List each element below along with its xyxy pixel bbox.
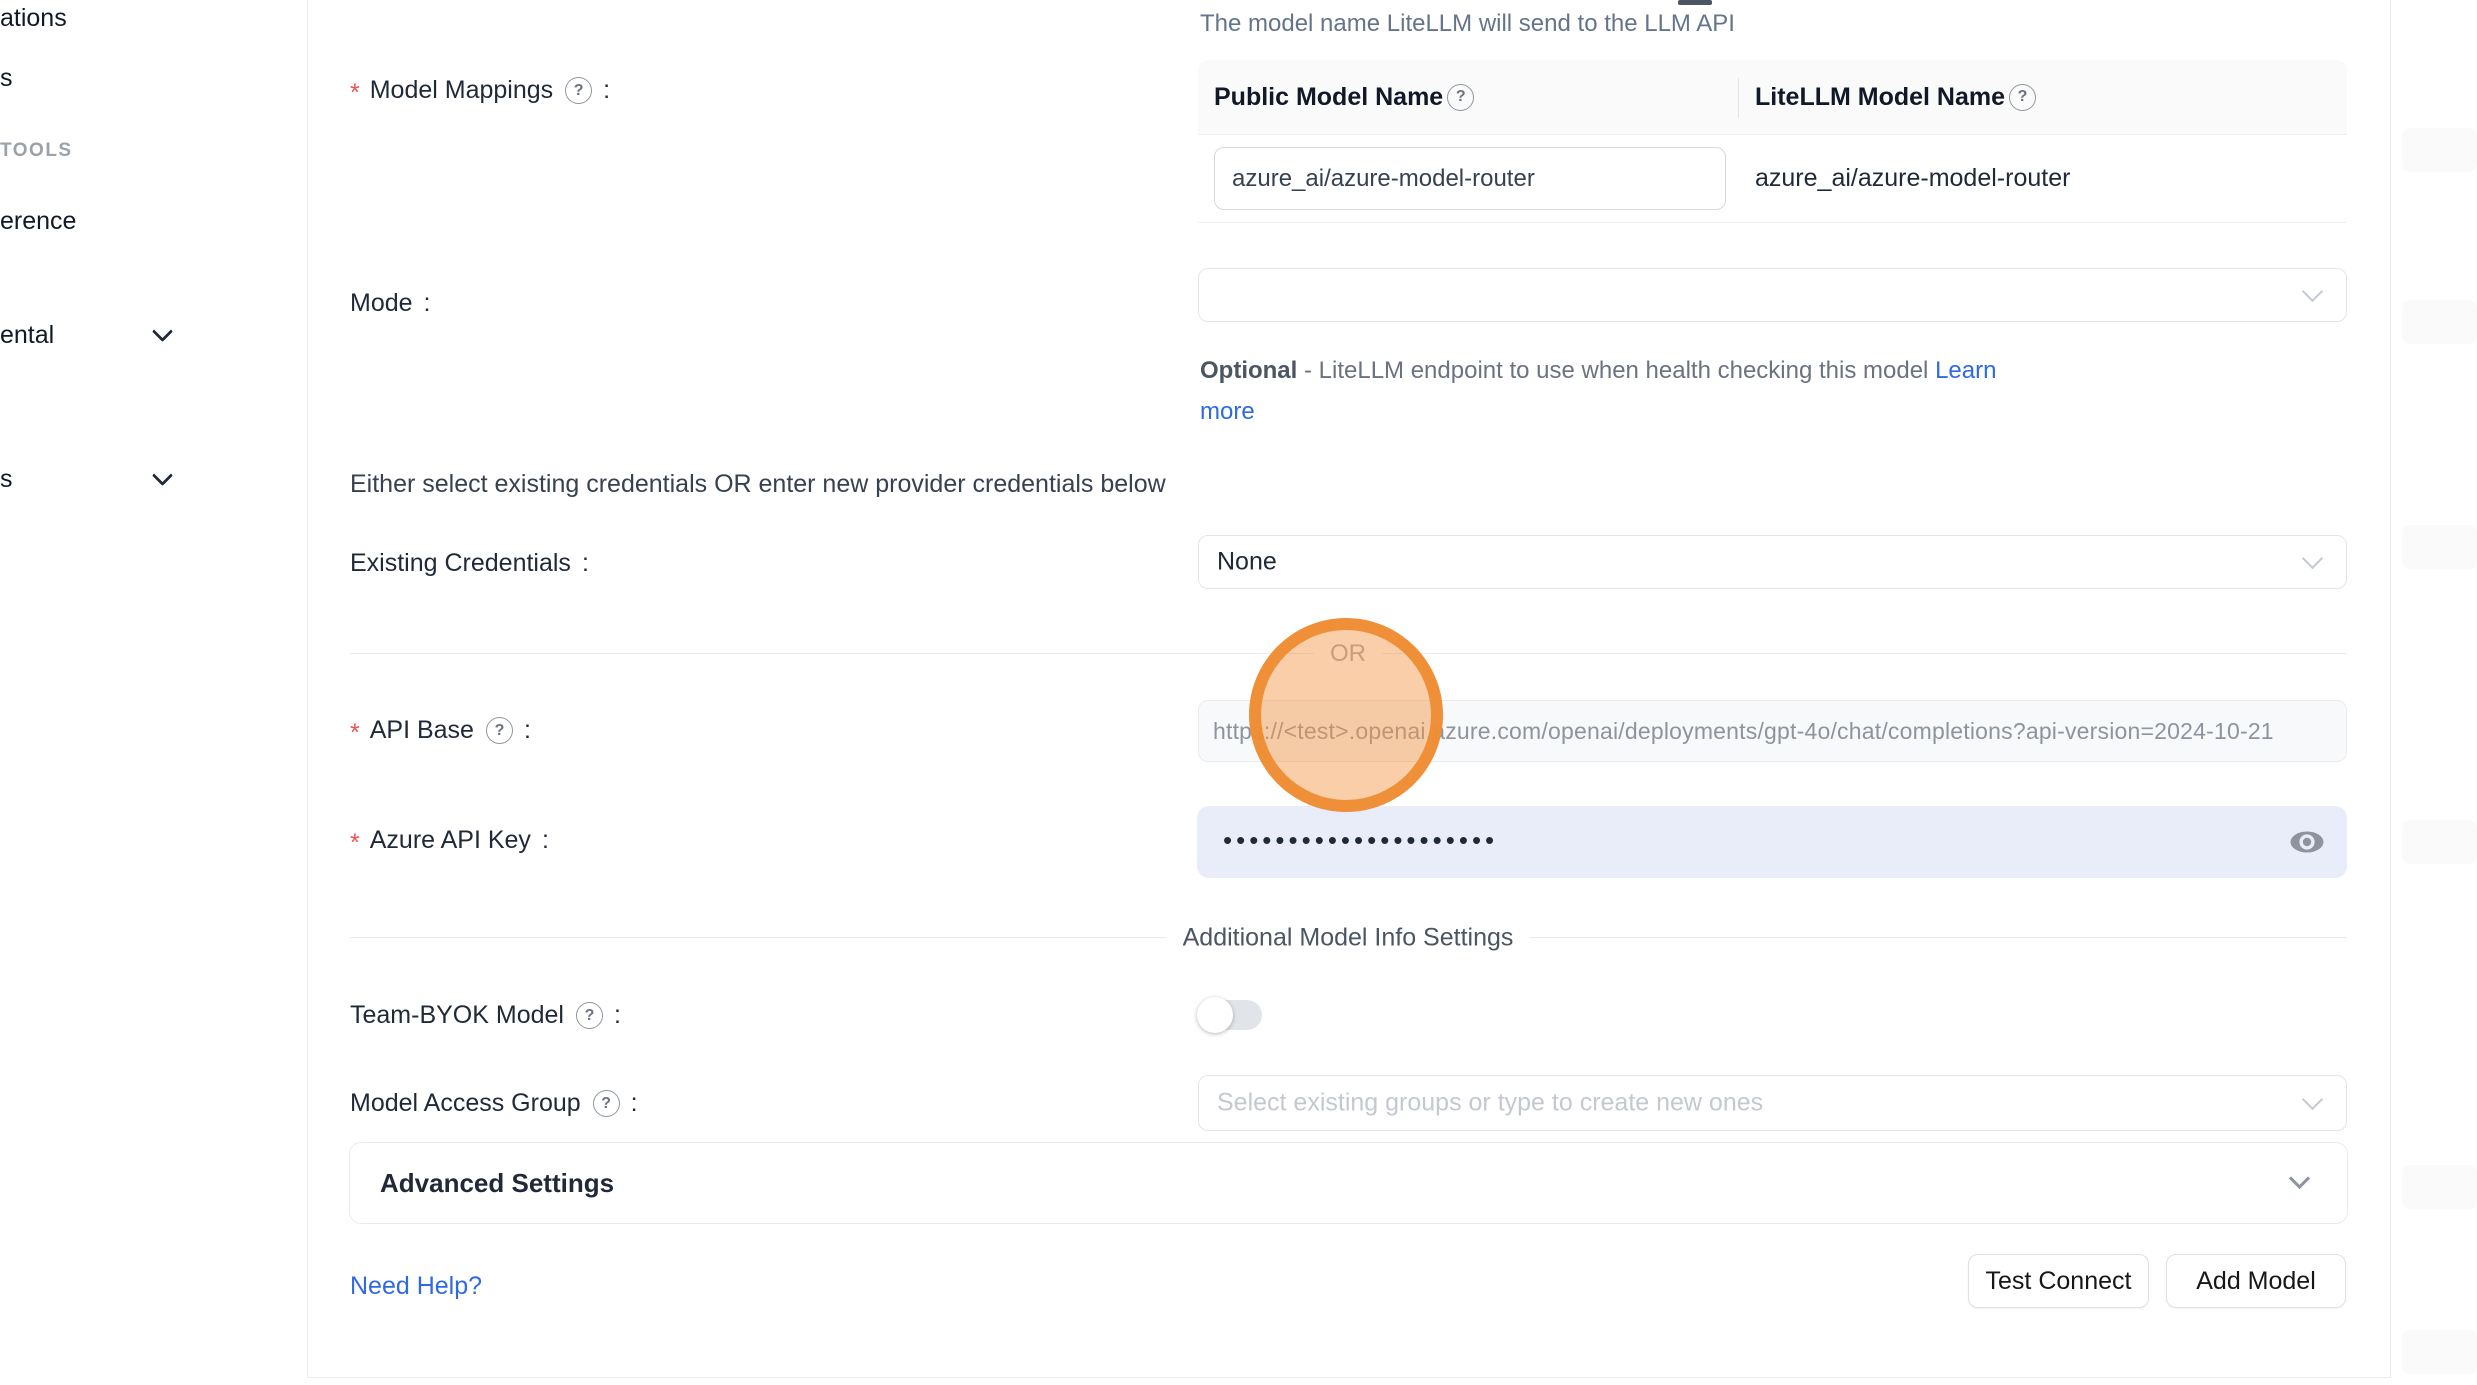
test-connect-button[interactable]: Test Connect (1968, 1254, 2149, 1308)
azure-api-key-label: * Azure API Key : (350, 826, 549, 855)
toggle-knob (1197, 997, 1233, 1033)
model-access-group-label-text: Model Access Group (350, 1089, 581, 1118)
sidebar-item-fragment[interactable]: s (0, 64, 13, 93)
need-help-link[interactable]: Need Help? (350, 1272, 482, 1301)
background-ghost-row (2402, 1330, 2477, 1374)
background-ghost-row (2402, 525, 2477, 569)
help-question-icon[interactable]: ? (486, 717, 513, 744)
model-access-group-placeholder: Select existing groups or type to create… (1217, 1089, 1763, 1118)
help-question-icon[interactable]: ? (593, 1090, 620, 1117)
azure-api-key-label-text: Azure API Key (370, 826, 531, 855)
advanced-settings-title: Advanced Settings (350, 1168, 614, 1199)
public-model-name-header-text: Public Model Name (1214, 83, 1443, 112)
label-colon: : (603, 76, 610, 105)
credentials-note: Either select existing credentials OR en… (350, 470, 1166, 499)
background-ghost-row (2402, 300, 2477, 344)
sidebar-item-fragment[interactable]: ental (0, 321, 54, 350)
add-model-button[interactable]: Add Model (2166, 1254, 2346, 1308)
existing-credentials-select[interactable]: None (1198, 535, 2347, 589)
litellm-model-name-header-text: LiteLLM Model Name (1755, 83, 2005, 112)
help-question-icon[interactable]: ? (576, 1002, 603, 1029)
mode-select[interactable] (1198, 268, 2347, 322)
azure-api-key-input[interactable]: ••••••••••••••••••••• (1197, 806, 2347, 878)
label-colon: : (614, 1001, 621, 1030)
chevron-down-icon (2302, 548, 2323, 569)
mode-help-rest: - LiteLLM endpoint to use when health ch… (1297, 357, 1935, 384)
sidebar-item-fragment[interactable]: ations (0, 4, 67, 33)
sidebar-item-fragment[interactable]: s (0, 465, 13, 494)
sidebar-section-tools: TOOLS (0, 140, 73, 162)
litellm-model-name-header: LiteLLM Model Name ? (1738, 83, 2036, 112)
masked-api-key: ••••••••••••••••••••• (1197, 825, 1498, 856)
required-asterisk: * (350, 829, 360, 858)
or-divider-text: OR (1314, 640, 1382, 668)
additional-settings-divider-text: Additional Model Info Settings (1167, 924, 1530, 953)
model-mapping-table: Public Model Name ? LiteLLM Model Name ?… (1198, 60, 2347, 223)
model-access-group-label: Model Access Group ? : (350, 1089, 638, 1118)
mode-label-text: Mode (350, 289, 413, 318)
mode-label: Mode : (350, 289, 431, 318)
column-separator (1738, 78, 1739, 118)
existing-credentials-label: Existing Credentials : (350, 549, 589, 578)
model-mappings-label-text: Model Mappings (370, 76, 553, 105)
team-byok-label-text: Team-BYOK Model (350, 1001, 564, 1030)
advanced-settings-panel[interactable]: Advanced Settings (349, 1142, 2348, 1224)
background-ghost-row (2402, 1165, 2477, 1209)
sidebar-item-fragment[interactable]: erence (0, 207, 76, 236)
chevron-down-icon (2302, 281, 2323, 302)
model-mappings-label: * Model Mappings ? : (350, 76, 610, 105)
show-password-eye-icon[interactable] (2289, 829, 2325, 855)
mode-help-bold: Optional (1200, 357, 1297, 384)
mapping-table-row: azure_ai/azure-model-router (1198, 135, 2347, 223)
api-base-label: * API Base ? : (350, 716, 531, 745)
api-base-input[interactable]: https://<test>.openai.azure.com/openai/d… (1198, 700, 2347, 762)
api-base-label-text: API Base (370, 716, 474, 745)
help-question-icon[interactable]: ? (1447, 84, 1474, 111)
label-colon: : (631, 1089, 638, 1118)
api-base-value: https://<test>.openai.azure.com/openai/d… (1213, 718, 2274, 745)
label-colon: : (542, 826, 549, 855)
team-byok-label: Team-BYOK Model ? : (350, 1001, 621, 1030)
help-question-icon[interactable]: ? (2009, 84, 2036, 111)
background-ghost-row (2402, 820, 2477, 864)
label-colon: : (582, 549, 589, 578)
required-asterisk: * (350, 79, 360, 108)
existing-credentials-value: None (1217, 548, 1277, 577)
cutoff-element-fragment (1678, 0, 1712, 5)
public-model-name-input[interactable] (1214, 147, 1726, 210)
team-byok-toggle[interactable] (1200, 1000, 1262, 1030)
existing-credentials-label-text: Existing Credentials (350, 549, 571, 578)
help-question-icon[interactable]: ? (565, 77, 592, 104)
litellm-model-name-cell: azure_ai/azure-model-router (1738, 164, 2070, 193)
litellm-model-name-helper: The model name LiteLLM will send to the … (1200, 10, 1735, 38)
model-access-group-select[interactable]: Select existing groups or type to create… (1198, 1075, 2347, 1131)
chevron-down-icon (2302, 1089, 2323, 1110)
public-model-name-header: Public Model Name ? (1198, 83, 1738, 112)
required-asterisk: * (350, 719, 360, 748)
add-model-page: ations s TOOLS erence ental s The model … (0, 0, 2477, 1385)
label-colon: : (524, 716, 531, 745)
chevron-down-icon[interactable] (152, 465, 173, 486)
mapping-table-header: Public Model Name ? LiteLLM Model Name ? (1198, 60, 2347, 135)
label-colon: : (424, 289, 431, 318)
background-ghost-row (2402, 128, 2477, 172)
public-model-name-cell (1198, 147, 1738, 210)
mode-help-text: Optional - LiteLLM endpoint to use when … (1200, 350, 2040, 432)
chevron-down-icon[interactable] (152, 321, 173, 342)
chevron-down-icon (2289, 1168, 2310, 1189)
